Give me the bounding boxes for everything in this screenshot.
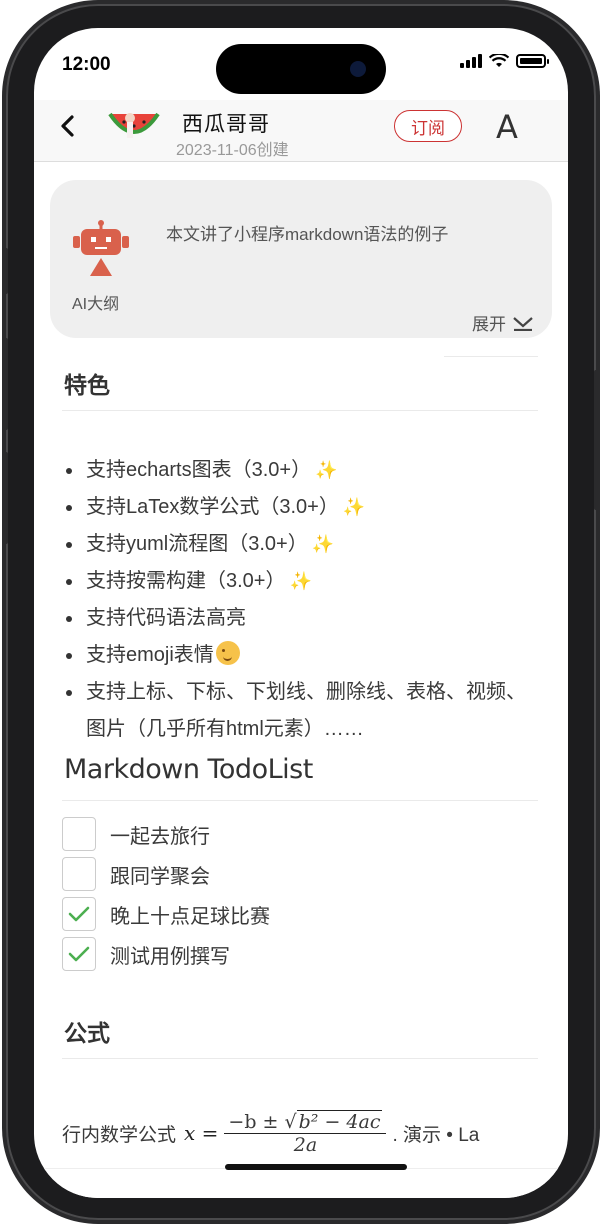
smiley-emoji-icon [215,641,240,665]
todo-item[interactable]: 一起去旅行 [62,814,542,854]
checkbox-unchecked[interactable] [62,817,96,851]
ai-outline-label: AI大纲 [72,296,120,313]
checkbox-checked[interactable] [62,937,96,971]
feature-text: 支持emoji表情 [86,644,214,666]
battery-icon [516,54,549,68]
author-name[interactable]: 西瓜哥哥 [182,108,270,138]
todo-item[interactable]: 晚上十点足球比赛 [62,894,542,934]
formula-lhs: x = [184,1121,219,1145]
checkbox-unchecked[interactable] [62,857,96,891]
todo-label: 一起去旅行 [110,825,210,848]
todo-item[interactable]: 跟同学聚会 [62,854,542,894]
expand-button[interactable]: 展开 [472,310,534,335]
cellular-signal-icon [460,54,482,68]
author-avatar[interactable] [108,106,160,146]
ai-outline-card[interactable]: AI大纲 本文讲了小程序markdown语法的例子 展开 [50,180,552,338]
todo-label: 晚上十点足球比赛 [110,905,270,928]
todo-label: 测试用例撰写 [110,945,230,968]
created-date: 2023-11-06创建 [176,142,289,159]
feature-item: 支持yuml流程图（3.0+） ✨ [64,526,544,563]
feature-text: 支持LaTex数学公式（3.0+） [86,496,339,518]
screen: 12:00 西瓜哥哥 2023-11-06创建 订阅 A AI大纲 本文讲了小程… [34,28,568,1198]
checkbox-checked[interactable] [62,897,96,931]
bottom-area [34,1168,568,1198]
formula-denominator: 2a [293,1133,318,1156]
article-header: 西瓜哥哥 2023-11-06创建 订阅 A [34,100,568,162]
checkmark-icon [68,946,90,962]
todo-item[interactable]: 测试用例撰写 [62,934,542,974]
formula-prefix: 行内数学公式 [62,1124,177,1146]
divider [62,800,538,801]
feature-item: 支持代码语法高亮 [64,600,544,637]
font-size-icon[interactable]: A [496,108,518,146]
sqrt-content: b² − 4ac [296,1109,383,1133]
feature-list: 支持echarts图表（3.0+） ✨ 支持LaTex数学公式（3.0+） ✨ 支持yu… [64,452,544,748]
status-time: 12:00 [62,54,111,75]
formula-fraction: −b ± √ b² − 4ac 2a [224,1109,387,1156]
todo-heading: Markdown TodoList [64,754,313,785]
formula-heading: 公式 [64,1020,110,1046]
sparkle-icon: ✨ [315,460,338,481]
wifi-icon [489,54,509,67]
checkmark-icon [68,906,90,922]
power-button [594,370,600,510]
back-arrow-icon[interactable] [54,112,82,140]
feature-item: 支持上标、下标、下划线、删除线、表格、视频、图片（几乎所有html元素）…… [64,674,544,748]
sqrt-symbol: √ [284,1110,297,1133]
ai-outline-summary: 本文讲了小程序markdown语法的例子 [166,225,449,244]
front-camera [350,61,366,77]
sparkle-icon: ✨ [289,571,312,592]
feature-text: 支持代码语法高亮 [86,607,246,629]
feature-text: 支持上标、下标、下划线、删除线、表格、视频、图片（几乎所有html元素）…… [86,681,526,740]
feature-item: 支持echarts图表（3.0+） ✨ [64,452,544,489]
divider [62,410,538,411]
numerator-text: −b ± [228,1110,285,1133]
robot-icon [73,220,129,276]
divider [444,356,538,357]
formula-suffix: . 演示 • La [392,1124,480,1146]
volume-up-button [2,338,8,430]
feature-item: 支持按需构建（3.0+） ✨ [64,563,544,600]
feature-text: 支持echarts图表（3.0+） [86,459,312,481]
status-icons [460,54,549,68]
chevron-down-icon [513,316,533,331]
mute-switch [2,248,8,294]
feature-item: 支持LaTex数学公式（3.0+） ✨ [64,489,544,526]
sparkle-icon: ✨ [342,497,366,518]
subscribe-button[interactable]: 订阅 [394,110,462,142]
sparkle-icon: ✨ [311,534,335,555]
feature-text: 支持按需构建（3.0+） [86,570,286,592]
divider [62,1058,538,1059]
home-indicator[interactable] [225,1164,407,1170]
formula-numerator: −b ± √ b² − 4ac [224,1109,387,1134]
todo-list: 一起去旅行跟同学聚会晚上十点足球比赛 测试用例撰写 [62,814,542,974]
expand-label: 展开 [472,315,506,334]
features-heading: 特色 [64,372,110,398]
volume-down-button [2,452,8,544]
inline-formula-paragraph: 行内数学公式 x = −b ± √ b² − 4ac 2a . 演示 • La [62,1098,562,1168]
todo-label: 跟同学聚会 [110,865,210,888]
feature-item: 支持emoji表情 [64,637,544,674]
dynamic-island [216,44,386,94]
feature-text: 支持yuml流程图（3.0+） [86,533,308,555]
